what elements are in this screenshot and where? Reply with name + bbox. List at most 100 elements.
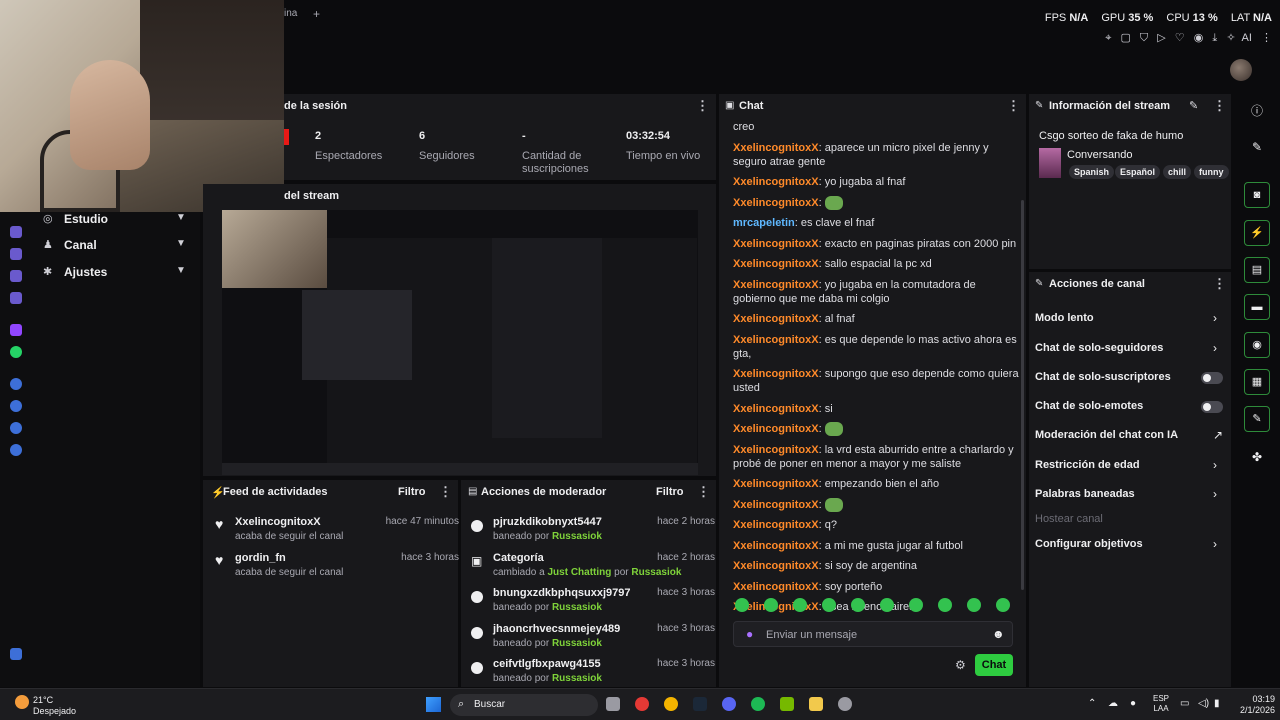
mod-action-row[interactable]: jhaoncrhvecsnmejey489 baneado por Russasi… xyxy=(471,623,715,653)
broadcast-icon[interactable]: ◉ xyxy=(1244,332,1270,358)
chat-username[interactable]: XxelincognitoxX xyxy=(733,238,819,250)
sidebar-item-estudio[interactable]: Estudio xyxy=(64,212,108,226)
emote-icon[interactable] xyxy=(996,598,1010,612)
wrench-icon[interactable]: ✎ xyxy=(1244,406,1270,432)
emote-icon[interactable] xyxy=(822,598,836,612)
window-icon[interactable]: ▢ xyxy=(1120,32,1130,44)
app-icon[interactable] xyxy=(838,697,852,711)
chat-message[interactable]: XxelincognitoxX: xyxy=(733,497,1019,512)
chat-username[interactable]: XxelincognitoxX xyxy=(733,478,819,490)
tray-icon[interactable]: ☁ xyxy=(1108,698,1118,709)
chat-message[interactable]: XxelincognitoxX: yo jugaba al fnaf xyxy=(733,175,1019,189)
app-shortcut-icon[interactable] xyxy=(10,648,22,660)
stream-preview-video[interactable] xyxy=(222,210,698,475)
chevron-right-icon[interactable]: › xyxy=(1213,341,1217,355)
chat-message[interactable]: XxelincognitoxX: empezando bien el año xyxy=(733,477,1019,491)
more-icon[interactable]: ⋮ xyxy=(439,484,452,500)
battery-icon[interactable]: ▮ xyxy=(1214,698,1220,709)
tag-chip[interactable]: Español xyxy=(1115,165,1161,179)
steam-icon[interactable] xyxy=(693,697,707,711)
opera-icon[interactable] xyxy=(635,697,649,711)
toggle-switch[interactable] xyxy=(1201,372,1223,384)
mod-action-row[interactable]: ceifvtlgfbxpawg4155 baneado por Russasiok… xyxy=(471,658,715,687)
download-icon[interactable]: ⤓ xyxy=(1212,32,1217,44)
chat-username[interactable]: XxelincognitoxX xyxy=(733,519,819,531)
chat-username[interactable]: XxelincognitoxX xyxy=(733,258,819,270)
chat-username[interactable]: XxelincognitoxX xyxy=(733,403,819,415)
more-icon[interactable]: ⋮ xyxy=(697,484,710,500)
taskbar-search[interactable]: ⌕ Buscar xyxy=(450,694,598,716)
channel-action-item[interactable]: Moderación del chat con IA xyxy=(1035,429,1178,441)
tag-chip[interactable]: funny xyxy=(1194,165,1229,179)
app-shortcut-icon[interactable] xyxy=(10,378,22,390)
chat-input[interactable]: ● Enviar un mensaje ☻ xyxy=(733,621,1013,647)
chevron-down-icon[interactable]: ▼ xyxy=(176,265,186,276)
pencil-icon[interactable]: ✎ xyxy=(1244,140,1270,154)
heart-icon[interactable]: ♡ xyxy=(1175,32,1185,44)
windows-start-icon[interactable] xyxy=(426,697,441,712)
chat-username[interactable]: XxelincognitoxX xyxy=(733,444,819,456)
emote-icon[interactable] xyxy=(764,598,778,612)
sidebar-item-ajustes[interactable]: Ajustes xyxy=(64,265,107,279)
whatsapp-icon[interactable] xyxy=(10,346,22,358)
channel-action-item[interactable]: Chat de solo-seguidores xyxy=(1035,342,1163,354)
chat-username[interactable]: XxelincognitoxX xyxy=(733,313,819,325)
chat-message[interactable]: XxelincognitoxX: xyxy=(733,195,1019,210)
chat-message[interactable]: XxelincognitoxX: a mi me gusta jugar al … xyxy=(733,539,1019,553)
chat-username[interactable]: XxelincognitoxX xyxy=(733,279,819,291)
mod-filter-button[interactable]: Filtro xyxy=(656,486,684,498)
weather-widget[interactable]: 21°C Despejado xyxy=(33,695,76,717)
chat-message[interactable]: creo xyxy=(733,120,1019,134)
sidebar-item-canal[interactable]: Canal xyxy=(64,238,97,252)
weather-icon[interactable] xyxy=(15,695,29,709)
list-item[interactable]: ♥ XxelincognitoxX acaba de seguir el can… xyxy=(215,516,459,546)
twitch-icon[interactable] xyxy=(10,324,22,336)
chat-username[interactable]: XxelincognitoxX xyxy=(733,499,819,511)
chat-username[interactable]: XxelincognitoxX xyxy=(733,142,819,154)
chat-message[interactable]: mrcapeletin: es clave el fnaf xyxy=(733,216,1019,230)
chat-message[interactable]: XxelincognitoxX: q? xyxy=(733,518,1019,532)
more-icon[interactable]: ⋮ xyxy=(1261,32,1272,44)
chat-username[interactable]: XxelincognitoxX xyxy=(733,581,819,593)
app-shortcut-icon[interactable] xyxy=(10,422,22,434)
more-icon[interactable]: ⋮ xyxy=(1007,98,1020,114)
mod-action-row[interactable]: ▣ Categoría cambiado a Just Chatting por R… xyxy=(471,552,715,582)
emote-icon[interactable] xyxy=(909,598,923,612)
chat-message[interactable]: XxelincognitoxX: exacto en paginas pirat… xyxy=(733,237,1019,251)
emote-icon[interactable] xyxy=(793,598,807,612)
mic-icon[interactable]: ● xyxy=(746,627,753,641)
ai-button[interactable]: ✧ AI xyxy=(1226,32,1252,44)
palette-icon[interactable]: ✤ xyxy=(1244,450,1270,464)
chat-username[interactable]: XxelincognitoxX xyxy=(733,197,819,209)
chat-scrollbar[interactable] xyxy=(1021,200,1024,590)
shield-icon[interactable]: ⛉ xyxy=(1140,32,1148,44)
app-shortcut-icon[interactable] xyxy=(10,292,22,304)
chevron-right-icon[interactable]: › xyxy=(1213,537,1217,551)
chevron-right-icon[interactable]: › xyxy=(1213,311,1217,325)
feed-filter-button[interactable]: Filtro xyxy=(398,486,426,498)
browser-tab[interactable]: ina xyxy=(284,8,297,19)
app-shortcut-icon[interactable] xyxy=(10,248,22,260)
pin-icon[interactable]: ⌖ xyxy=(1105,32,1111,44)
emote-icon[interactable] xyxy=(735,598,749,612)
list-item[interactable]: ♥ gordin_fn acaba de seguir el canal hac… xyxy=(215,552,459,582)
layout-icon[interactable]: ▦ xyxy=(1244,369,1270,395)
info-icon[interactable]: ⓘ xyxy=(1244,102,1270,119)
volume-icon[interactable]: ◁) xyxy=(1198,698,1209,709)
chat-message[interactable]: XxelincognitoxX: soy porteño xyxy=(733,580,1019,594)
chat-username[interactable]: XxelincognitoxX xyxy=(733,423,819,435)
spotify-icon[interactable] xyxy=(751,697,765,711)
more-icon[interactable]: ⋮ xyxy=(1213,276,1226,292)
chat-username[interactable]: XxelincognitoxX xyxy=(733,176,819,188)
discord-icon[interactable] xyxy=(722,697,736,711)
mod-action-row[interactable]: bnungxzdkbphqsuxxj9797 baneado por Russas… xyxy=(471,587,715,617)
app-shortcut-icon[interactable] xyxy=(10,400,22,412)
emote-icon[interactable] xyxy=(880,598,894,612)
emoji-icon[interactable]: ☻ xyxy=(992,627,1005,641)
chevron-down-icon[interactable]: ▼ xyxy=(176,238,186,249)
chat-username[interactable]: XxelincognitoxX xyxy=(733,540,819,552)
mic-icon[interactable]: ● xyxy=(1130,698,1136,709)
chat-send-button[interactable]: Chat xyxy=(975,654,1013,676)
chat-message[interactable]: XxelincognitoxX: aparece un micro pixel … xyxy=(733,141,1019,169)
mod-action-row[interactable]: pjruzkdikobnyxt5447 baneado por Russasiok… xyxy=(471,516,715,546)
